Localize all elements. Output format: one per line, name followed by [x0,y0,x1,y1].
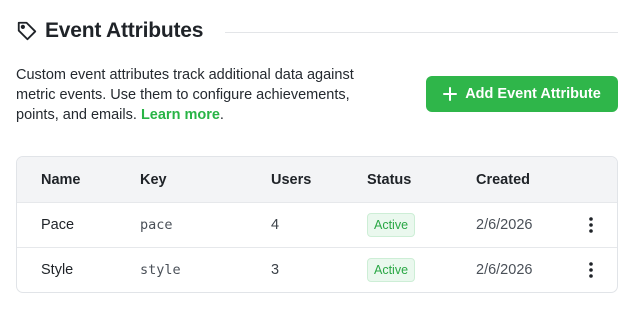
table-header: Name Key Users Status Created [17,157,617,202]
tag-icon [16,20,38,42]
status-badge: Active [367,213,416,237]
attribute-key: pace [140,217,173,233]
column-header-users: Users [271,171,312,188]
attribute-users: 4 [271,217,280,233]
column-header-created: Created [476,171,530,188]
add-event-attribute-label: Add Event Attribute [465,86,601,102]
table-row[interactable]: Style style 3 Active 2/6/2026 [17,247,617,292]
attribute-name: Pace [41,217,75,233]
learn-more-link[interactable]: Learn more [141,107,220,123]
attribute-created: 2/6/2026 [476,262,533,278]
plus-icon [443,87,458,101]
more-vertical-icon[interactable] [581,258,601,282]
column-header-name: Name [41,171,81,188]
attribute-created: 2/6/2026 [476,217,533,233]
status-cell: Active [367,258,416,282]
page-title: Event Attributes [45,19,204,42]
header-divider [225,31,618,33]
event-attributes-table: Name Key Users Status Created Pace pace … [16,156,618,293]
description-suffix: . [219,107,224,123]
more-vertical-icon[interactable] [581,213,601,237]
section-header: Event Attributes [16,16,618,46]
table-row[interactable]: Pace pace 4 Active 2/6/2026 [17,202,617,247]
section-description: Custom event attributes track additional… [16,65,361,125]
column-header-key: Key [140,171,167,188]
attribute-name: Style [41,262,74,278]
add-event-attribute-button[interactable]: Add Event Attribute [426,76,618,112]
status-badge: Active [367,258,416,282]
attribute-users: 3 [271,262,280,278]
event-attributes-page: Event Attributes Custom event attributes… [0,0,638,311]
status-cell: Active [367,213,416,237]
attribute-key: style [140,262,181,278]
column-header-status: Status [367,171,412,188]
